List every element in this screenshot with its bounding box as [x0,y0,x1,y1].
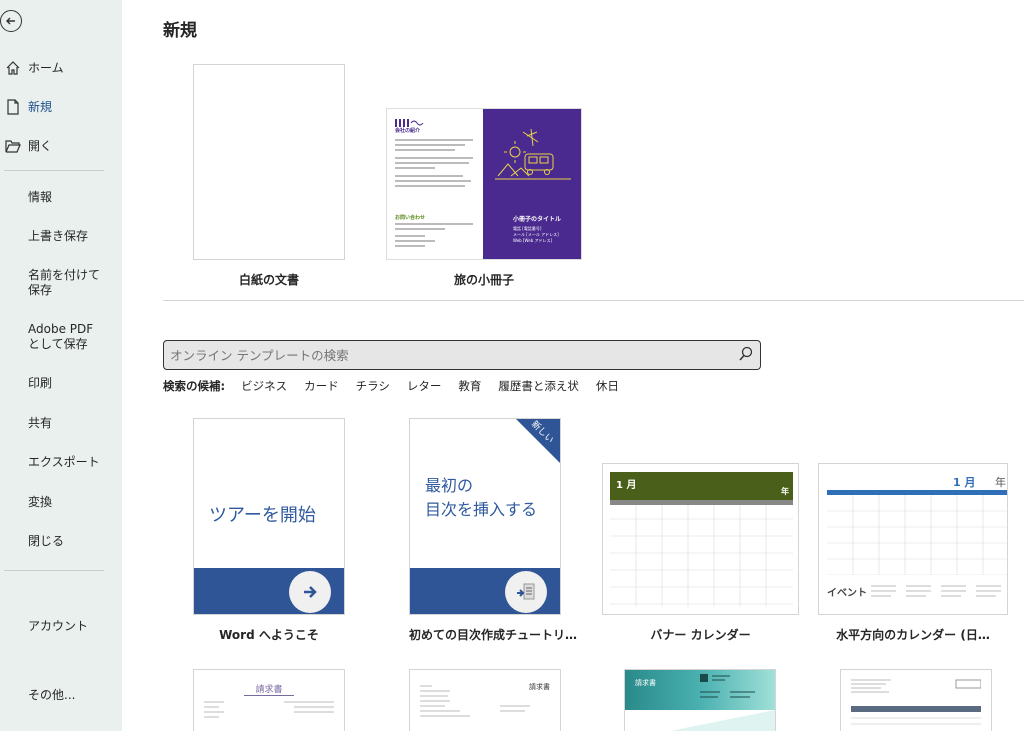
divider [4,570,104,571]
welcome-text: ツアーを開始 [209,505,316,526]
new-document-icon [4,98,22,116]
nav-more[interactable]: その他... [0,688,120,703]
suggestion-card[interactable]: カード [304,378,339,394]
brochure-body-lines [395,139,475,190]
document-arrow-icon [505,571,547,613]
section-divider [163,300,1024,301]
blank-document-thumbnail [193,64,345,260]
template-search-box[interactable] [163,340,761,370]
nav-open-label: 開く [28,139,53,153]
nav-save-as[interactable]: 名前を付けて保存 [0,268,110,298]
back-button[interactable] [0,10,22,32]
template-invoice-4[interactable] [840,669,992,731]
brochure-cover-title: 小冊子のタイトル [513,216,562,223]
template-travel-brochure[interactable]: 会社の紹介 お問い合わせ 小冊子のタイトル 電話 [電話番号] メール [メール… [386,108,582,260]
template-invoice-1[interactable]: 請求書 [193,669,345,731]
h-calendar-grid [827,495,1007,575]
arrow-right-icon [289,571,331,613]
nav-home-label: ホーム [28,61,64,75]
template-invoice-3[interactable]: 請求書 [624,669,776,731]
brochure-heading: 会社の紹介 [395,128,421,134]
suggestion-business[interactable]: ビジネス [241,378,287,394]
travel-illustration-icon [495,128,571,180]
toc-text-2: 目次を挿入する [425,500,538,519]
suggestion-holiday[interactable]: 休日 [596,378,619,394]
nav-new[interactable]: 新規 [0,87,122,126]
banner-calendar-thumbnail: 1 月 年 [602,463,799,615]
folder-open-icon [4,137,22,155]
brochure-cover-panel: 小冊子のタイトル 電話 [電話番号] メール [メール アドレス] Web [W… [483,109,581,259]
nav-print[interactable]: 印刷 [0,376,120,391]
suggestion-resume[interactable]: 履歴書と添え状 [498,378,579,394]
banner-calendar-label: バナー カレンダー [650,628,751,642]
horizontal-calendar-thumbnail: 1 月 年 イベント [818,463,1008,615]
nav-account[interactable]: アカウント [0,619,120,634]
calendar-year: 年 [781,487,789,496]
h-calendar-year: 年 [995,476,1006,489]
stripes-decoration-bottom [395,252,425,259]
sidebar: ホーム 新規 開く 情報 上書き保存 名前を付けて保存 Adobe PDF とし… [0,0,122,731]
brochure-label: 旅の小冊子 [453,273,514,287]
arrow-left-icon [6,17,15,25]
nav-convert[interactable]: 変換 [0,495,120,510]
blank-document-label: 白紙の文書 [238,273,299,287]
welcome-thumbnail: ツアーを開始 [193,418,345,615]
page-title: 新規 [163,21,197,41]
invoice-3-title: 請求書 [635,679,656,687]
brochure-left-panel: 会社の紹介 お問い合わせ [387,109,483,259]
nav-save[interactable]: 上書き保存 [0,229,120,244]
nav-export[interactable]: エクスポート [0,455,120,470]
horizontal-calendar-label: 水平方向のカレンダー (日… [836,628,990,642]
brochure-thumbnail: 会社の紹介 お問い合わせ 小冊子のタイトル 電話 [電話番号] メール [メール… [386,108,582,260]
home-icon [4,59,22,77]
template-search-input[interactable] [170,347,730,363]
nav-info[interactable]: 情報 [0,190,120,205]
nav-new-label: 新規 [28,100,53,114]
main-content: 新規 白紙の文書 会社の紹介 お問い合わせ 小冊子のタイトル 電話 [電話番号]… [122,0,1024,731]
calendar-grid [610,505,793,607]
search-icon[interactable] [738,346,754,362]
suggestions-label: 検索の候補: [163,379,226,393]
invoice-3-banner: 請求書 [625,670,775,710]
suggestion-letter[interactable]: レター [407,378,442,394]
toc-label: 初めての目次作成チュートリ… [409,628,578,642]
suggestion-flyer[interactable]: チラシ [356,378,390,394]
calendar-banner: 1 月 年 [610,472,793,500]
divider [4,170,104,171]
nav-home[interactable]: ホーム [0,48,122,87]
h-calendar-event: イベント [827,588,867,599]
invoice-1-title: 請求書 [255,685,283,695]
nav-save-as-pdf[interactable]: Adobe PDF として保存 [0,322,100,352]
brochure-contact-heading: お問い合わせ [395,215,426,221]
h-calendar-event-lines [871,585,1001,597]
toc-thumbnail: 新しい 最初の 目次を挿入する [409,418,561,615]
h-calendar-month: 1 月 [953,476,976,489]
calendar-month: 1 月 [616,480,637,491]
suggestion-education[interactable]: 教育 [458,378,481,394]
template-invoice-2[interactable]: 請求書 [409,669,561,731]
toc-text-1: 最初の [425,476,474,495]
nav-share[interactable]: 共有 [0,416,120,431]
search-suggestions: 検索の候補: ビジネス カード チラシ レター 教育 履歴書と添え状 休日 [163,378,636,394]
brochure-cover-web: Web [Web アドレス] [513,238,553,243]
nav-open[interactable]: 開く [0,126,122,165]
nav-close[interactable]: 閉じる [0,534,120,549]
nav-top-group: ホーム 新規 開く [0,48,122,165]
brochure-contact-lines [395,223,475,250]
welcome-label: Word へようこそ [219,628,319,642]
stripes-decoration [395,112,425,127]
